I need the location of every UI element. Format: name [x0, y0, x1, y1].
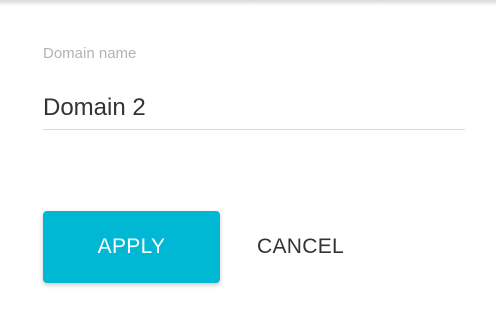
- domain-name-field: Domain name: [43, 44, 465, 134]
- domain-dialog: Domain name APPLY CANCEL: [0, 0, 496, 318]
- cancel-button[interactable]: CANCEL: [243, 211, 373, 283]
- dialog-top-shadow: [0, 0, 496, 6]
- apply-button[interactable]: APPLY: [43, 211, 220, 283]
- domain-name-input[interactable]: [43, 86, 465, 130]
- domain-name-label: Domain name: [43, 45, 137, 62]
